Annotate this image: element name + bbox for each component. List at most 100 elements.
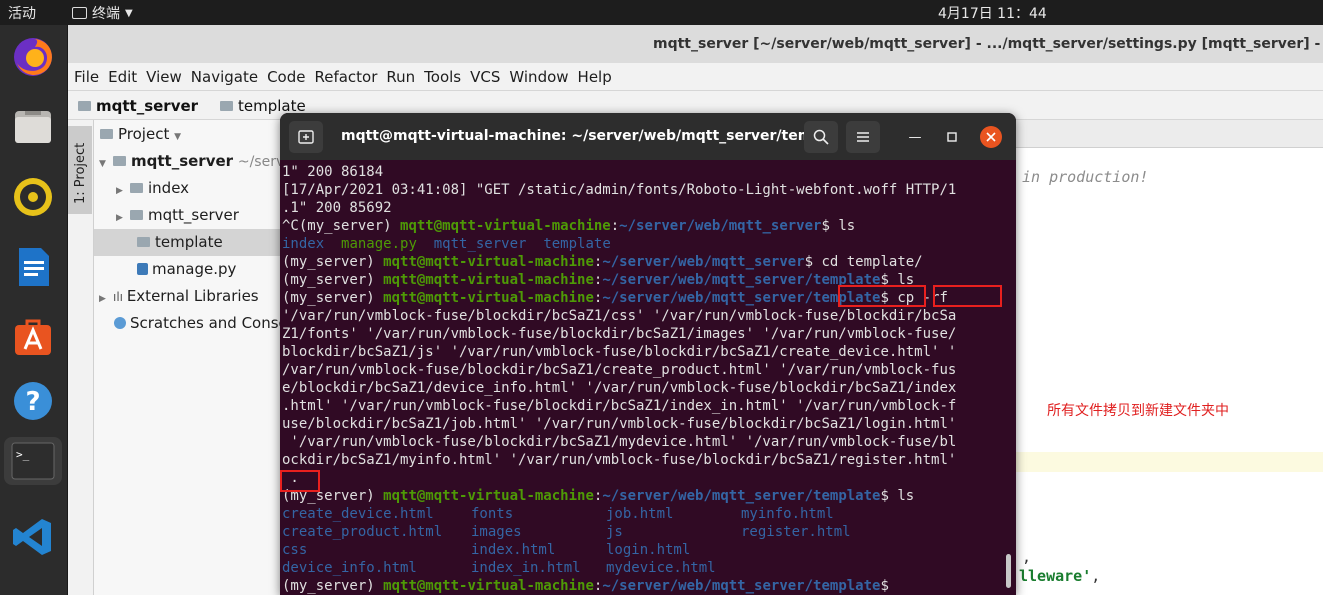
app-menu-label: 终端 <box>92 6 120 22</box>
menu-help[interactable]: Help <box>578 68 612 86</box>
activities-button[interactable]: 活动 <box>8 3 36 23</box>
tree-item-mqtt-server[interactable]: ▶ mqtt_server <box>116 202 239 229</box>
ls-entry: login.html <box>606 542 691 558</box>
tree-item-template[interactable]: template <box>94 229 284 256</box>
ls-entry: js <box>606 524 623 540</box>
scratches-icon <box>114 317 126 329</box>
tree-item-label: mqtt_server <box>148 206 239 224</box>
menu-navigate[interactable]: Navigate <box>191 68 258 86</box>
new-tab-button[interactable] <box>289 121 323 153</box>
prompt-path: ~/server/web/mqtt_server/template <box>602 488 881 504</box>
prompt-env: (my_server) <box>282 290 384 306</box>
close-button[interactable] <box>980 126 1002 148</box>
search-icon <box>813 129 829 145</box>
terminal-line: . <box>282 470 299 486</box>
menu-window[interactable]: Window <box>509 68 568 86</box>
help-icon[interactable]: ? <box>9 377 57 425</box>
desktop: 活动 终端 ▼ 4月17日 11：44 ? >_ mqtt_server [~/… <box>0 0 1323 595</box>
terminal-line: (my_server) mqtt@mqtt-virtual-machine:~/… <box>282 254 923 270</box>
software-icon[interactable] <box>9 313 57 361</box>
terminal-line: .html' '/var/run/vmblock-fuse/blockdir/b… <box>282 398 957 414</box>
terminal-scrollbar[interactable] <box>1006 554 1011 588</box>
tree-item-manage-py[interactable]: manage.py <box>137 256 236 283</box>
menu-refactor[interactable]: Refactor <box>314 68 377 86</box>
menu-run[interactable]: Run <box>386 68 415 86</box>
ls-entry: create_device.html <box>282 506 434 522</box>
tree-item-external-libraries[interactable]: ▶ ılı External Libraries <box>99 283 259 310</box>
maximize-icon <box>947 132 957 142</box>
terminal-line: (my_server) mqtt@mqtt-virtual-machine:~/… <box>282 578 889 594</box>
terminal-line: blockdir/bcSaZ1/js' '/var/run/vmblock-fu… <box>282 344 957 360</box>
terminal-line: ockdir/bcSaZ1/myinfo.html' '/var/run/vmb… <box>282 452 957 468</box>
writer-icon[interactable] <box>9 243 57 291</box>
terminal-app-icon <box>72 7 87 19</box>
breadcrumb-root[interactable]: mqtt_server <box>78 97 198 115</box>
project-icon <box>100 129 113 139</box>
vscode-icon[interactable] <box>9 513 57 561</box>
search-button[interactable] <box>804 121 838 153</box>
menu-code[interactable]: Code <box>267 68 305 86</box>
prompt-user: mqtt@mqtt-virtual-machine <box>383 488 594 504</box>
highlight-box-cp-command <box>933 285 1002 307</box>
prompt-command: $ ls <box>880 488 915 504</box>
ls-entry: manage.py <box>341 236 417 252</box>
code-comment: in production! <box>1022 168 1149 186</box>
clock[interactable]: 4月17日 11：44 <box>938 3 1047 23</box>
terminal-window[interactable]: mqtt@mqtt-virtual-machine: ~/server/web/… <box>280 113 1016 595</box>
terminal-line: create_device.html fonts job.html myinfo.ht… <box>282 505 1004 523</box>
folder-icon <box>78 101 91 111</box>
ls-entry: mydevice.html <box>606 560 716 576</box>
rhythmbox-icon[interactable] <box>9 173 57 221</box>
firefox-icon[interactable] <box>9 33 57 81</box>
code-comma: , <box>1022 548 1032 566</box>
minimize-button[interactable]: — <box>904 126 926 148</box>
terminal-icon[interactable]: >_ <box>4 437 62 485</box>
menu-edit[interactable]: Edit <box>108 68 137 86</box>
code-middleware-string: lleware', <box>1019 567 1100 585</box>
middleware-string: lleware' <box>1019 567 1092 585</box>
pycharm-title-bar: mqtt_server [~/server/web/mqtt_server] -… <box>68 25 1323 63</box>
svg-text:>_: >_ <box>16 448 30 461</box>
ls-entry: create_product.html <box>282 524 443 540</box>
folder-icon <box>220 101 233 111</box>
terminal-header: mqtt@mqtt-virtual-machine: ~/server/web/… <box>280 113 1016 160</box>
project-view-selector[interactable]: Project ▼ <box>100 121 181 148</box>
terminal-output[interactable]: 1" 200 86184 [17/Apr/2021 03:41:08] "GET… <box>282 163 1004 595</box>
app-menu[interactable]: 终端 ▼ <box>72 3 133 23</box>
menu-vcs[interactable]: VCS <box>470 68 500 86</box>
prompt-user: mqtt@mqtt-virtual-machine <box>383 254 594 270</box>
menu-bar: File Edit View Navigate Code Refactor Ru… <box>68 63 1323 90</box>
top-bar: 活动 终端 ▼ 4月17日 11：44 <box>0 0 1323 25</box>
highlight-box-template <box>838 285 926 307</box>
files-icon[interactable] <box>9 103 57 151</box>
ls-entry: mqtt_server <box>433 236 527 252</box>
hamburger-menu-button[interactable] <box>846 121 880 153</box>
caret-down-icon: ▼ <box>125 7 133 19</box>
prompt-path: ~/server/web/mqtt_server/template <box>602 578 881 594</box>
prompt-command: $ ls <box>821 218 856 234</box>
prompt-user: mqtt@mqtt-virtual-machine <box>383 272 594 288</box>
prompt-path: ~/server/web/mqtt_server <box>602 254 805 270</box>
menu-view[interactable]: View <box>146 68 182 86</box>
ls-entry: images <box>471 524 522 540</box>
dock: ? >_ <box>0 25 68 595</box>
terminal-line: .1" 200 85692 <box>282 200 392 216</box>
tree-item-root[interactable]: ▼ mqtt_server ~/server <box>99 148 299 175</box>
prompt-env: (my_server) <box>282 272 384 288</box>
window-title: mqtt_server [~/server/web/mqtt_server] -… <box>653 36 1323 52</box>
maximize-button[interactable] <box>941 126 963 148</box>
python-file-icon <box>137 263 148 275</box>
terminal-line: css index.html login.html <box>282 541 1004 559</box>
ls-entry: template <box>543 236 611 252</box>
tree-item-index[interactable]: ▶ index <box>116 175 189 202</box>
svg-text:?: ? <box>25 387 40 417</box>
project-tool-tab-label: 1: Project <box>73 142 88 204</box>
terminal-line: /var/run/vmblock-fuse/blockdir/bcSaZ1/cr… <box>282 362 957 378</box>
breadcrumb-root-label: mqtt_server <box>96 97 199 115</box>
tree-root-label: mqtt_server <box>131 152 234 170</box>
project-tool-tab[interactable]: 1: Project <box>68 126 92 214</box>
menu-tools[interactable]: Tools <box>424 68 461 86</box>
menu-file[interactable]: File <box>74 68 99 86</box>
ls-entry: css <box>282 542 308 558</box>
close-icon <box>986 132 996 142</box>
